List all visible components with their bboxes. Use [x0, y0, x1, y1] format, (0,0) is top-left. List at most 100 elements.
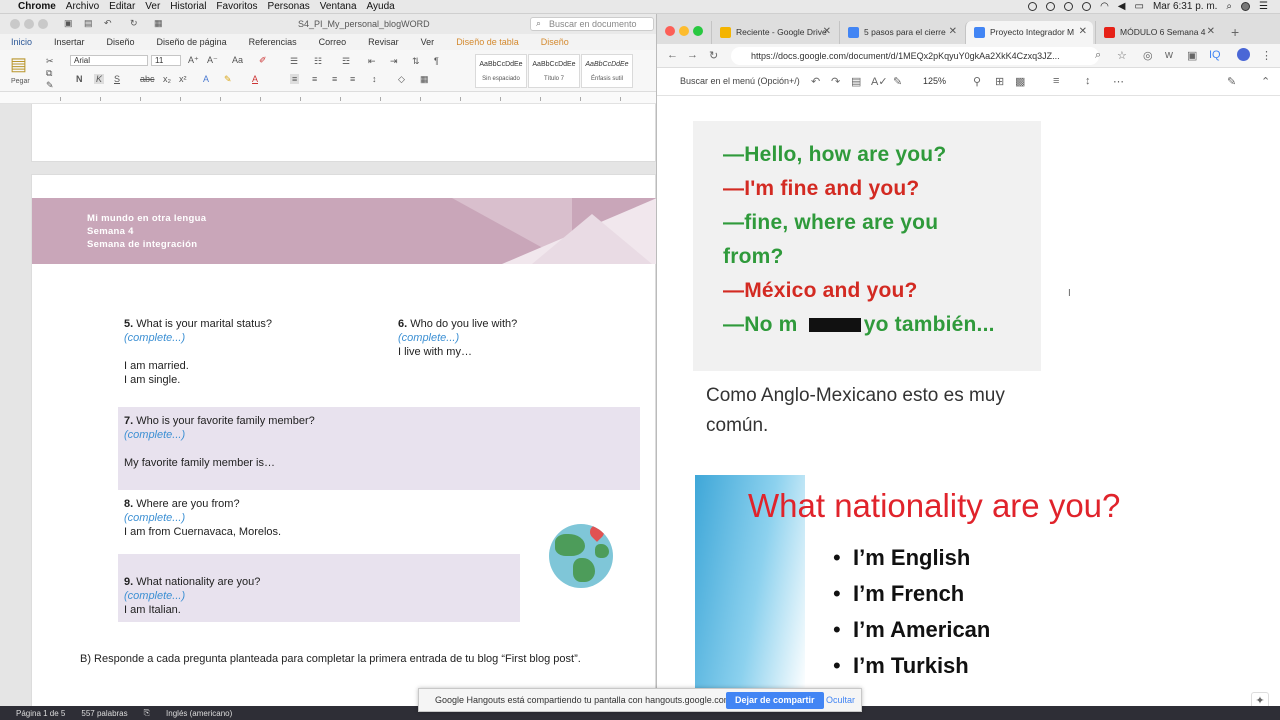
tab-correo[interactable]: Correo [308, 37, 358, 47]
clear-format-icon[interactable]: ✐ [259, 55, 267, 66]
quick-access-icon[interactable]: ▦ [154, 18, 163, 29]
close-icon[interactable] [10, 19, 20, 29]
menu-archivo[interactable]: Archivo [66, 1, 109, 12]
line-spacing-icon[interactable]: ↕ [372, 74, 377, 84]
zoom-icon[interactable] [38, 19, 48, 29]
spellcheck-icon[interactable]: A✓ [871, 75, 888, 88]
spotlight-icon[interactable]: ⌕ [1226, 1, 1232, 12]
grow-font-icon[interactable]: A⁺ [188, 55, 199, 66]
word-ruler[interactable] [0, 92, 656, 104]
link-icon[interactable]: ⚲ [973, 75, 981, 88]
paste-label[interactable]: Pegar [11, 78, 30, 85]
notification-center-icon[interactable]: ☰ [1259, 1, 1268, 12]
tab-close-icon[interactable]: ✕ [949, 26, 957, 37]
question-5[interactable]: 5. What is your marital status? (complet… [124, 317, 272, 387]
minimize-icon[interactable] [24, 19, 34, 29]
redo-icon[interactable]: ↷ [831, 75, 840, 88]
word-count[interactable]: 557 palabras [81, 709, 127, 718]
document-page[interactable]: Mi mundo en otra lengua Semana 4 Semana … [31, 174, 656, 706]
forward-icon[interactable]: → [687, 49, 698, 61]
docs-page[interactable]: —Hello, how are you? —I'm fine and you? … [657, 96, 1280, 720]
sync-icon[interactable] [1064, 2, 1074, 11]
align-right-icon[interactable]: ≡ [332, 74, 337, 84]
profile-avatar[interactable] [1237, 48, 1250, 61]
paint-format-icon[interactable]: ✎ [893, 75, 902, 88]
align-icon[interactable]: ≡ [1053, 75, 1059, 87]
align-center-icon[interactable]: ≡ [312, 74, 317, 84]
address-bar[interactable]: https://docs.google.com/document/d/1MEQx… [731, 47, 1099, 65]
menu-search-field[interactable]: Buscar en el menú (Opción+/) [680, 76, 800, 86]
font-name-select[interactable]: Arial [70, 55, 148, 66]
format-painter-icon[interactable]: ✎ [46, 80, 54, 91]
bluetooth-icon[interactable] [1082, 2, 1092, 11]
menu-app[interactable]: Chrome [18, 1, 66, 12]
tab-diseno[interactable]: Diseño [96, 37, 146, 47]
multilevel-icon[interactable]: ☲ [342, 56, 350, 67]
question-7[interactable]: 7. Who is your favorite family member? (… [124, 414, 315, 470]
page-count[interactable]: Página 1 de 5 [16, 709, 65, 718]
numbering-icon[interactable]: ☷ [314, 56, 322, 67]
bullets-icon[interactable]: ☰ [290, 56, 298, 67]
tab-ver[interactable]: Ver [410, 37, 446, 47]
tab-revisar[interactable]: Revisar [357, 37, 410, 47]
extension-w-icon[interactable]: w [1165, 49, 1173, 61]
menu-personas[interactable]: Personas [268, 1, 320, 12]
question-6[interactable]: 6. Who do you live with? (complete...) I… [398, 317, 517, 359]
save-icon[interactable]: ▣ [64, 18, 73, 29]
status-icon[interactable] [1028, 2, 1038, 11]
tab-close-icon[interactable]: ✕ [1079, 26, 1087, 37]
new-tab-icon[interactable]: + [1231, 24, 1239, 40]
menu-editar[interactable]: Editar [109, 1, 145, 12]
print-icon[interactable]: ▤ [851, 75, 861, 88]
more-icon[interactable]: ⋯ [1113, 75, 1124, 88]
line-spacing-icon[interactable]: ↕ [1085, 75, 1091, 87]
bookmark-star-icon[interactable]: ☆ [1117, 49, 1127, 62]
decrease-indent-icon[interactable]: ⇤ [368, 56, 376, 67]
shrink-font-icon[interactable]: A⁻ [207, 55, 218, 66]
tab-close-icon[interactable]: ✕ [1207, 26, 1215, 37]
italic-icon[interactable]: K [94, 74, 105, 84]
nationality-slide-image[interactable]: What nationality are you? I’m English I’… [695, 475, 1205, 697]
justify-icon[interactable]: ≡ [350, 74, 355, 84]
style-sin-espaciado[interactable]: AaBbCcDdEe Sin espaciado [475, 54, 527, 88]
reload-icon[interactable]: ↻ [709, 49, 718, 62]
style-titulo-7[interactable]: AaBbCcDdEe Título 7 [528, 54, 580, 88]
tab-proyecto-integrador[interactable]: Proyecto Integrador M ✕ [965, 21, 1093, 44]
tab-insertar[interactable]: Insertar [43, 37, 96, 47]
chrome-menu-icon[interactable]: ⋮ [1261, 49, 1272, 62]
proofing-icon[interactable]: ⎘ [144, 708, 150, 718]
bold-icon[interactable]: N [76, 74, 83, 84]
battery-icon[interactable]: ▭ [1135, 1, 1144, 12]
increase-indent-icon[interactable]: ⇥ [390, 56, 398, 67]
document-page[interactable] [31, 104, 656, 162]
strikethrough-icon[interactable]: abc [140, 74, 155, 84]
sort-icon[interactable]: ⇅ [412, 56, 420, 67]
extension-iq-icon[interactable]: IQ [1209, 49, 1221, 61]
tab-modulo-6[interactable]: MÓDULO 6 Semana 4 ✕ [1095, 21, 1221, 44]
add-comment-icon[interactable]: ⊞ [995, 75, 1004, 88]
redo-icon[interactable]: ↻ [130, 18, 138, 29]
tab-referencias[interactable]: Referencias [238, 37, 308, 47]
menu-ver[interactable]: Ver [145, 1, 170, 12]
pilcrow-icon[interactable]: ¶ [434, 56, 439, 66]
menu-ayuda[interactable]: Ayuda [367, 1, 405, 12]
tab-close-icon[interactable]: ✕ [823, 26, 831, 37]
tab-5-pasos[interactable]: 5 pasos para el cierre ✕ [839, 21, 963, 44]
question-8[interactable]: 8. Where are you from? (complete...) I a… [124, 497, 281, 539]
print-icon[interactable]: ▤ [84, 18, 93, 29]
underline-icon[interactable]: S [114, 74, 120, 84]
extension-icon[interactable]: ◎ [1143, 49, 1153, 62]
zoom-select[interactable]: 125% [923, 76, 946, 86]
close-window-icon[interactable] [665, 26, 675, 36]
undo-icon[interactable]: ↶ [811, 75, 820, 88]
dialogue-image[interactable]: —Hello, how are you? —I'm fine and you? … [693, 121, 1041, 371]
word-search-input[interactable]: Buscar en documento [530, 17, 654, 31]
word-document-canvas[interactable]: Mi mundo en otra lengua Semana 4 Semana … [0, 104, 656, 706]
hide-banner-button[interactable]: Ocultar [826, 695, 855, 705]
minimize-window-icon[interactable] [679, 26, 689, 36]
tab-google-drive[interactable]: Reciente - Google Drive ✕ [711, 21, 837, 44]
superscript-icon[interactable]: x² [179, 74, 187, 84]
wifi-icon[interactable]: ◠ [1100, 1, 1109, 12]
stop-sharing-button[interactable]: Dejar de compartir [726, 692, 824, 709]
maximize-window-icon[interactable] [693, 26, 703, 36]
